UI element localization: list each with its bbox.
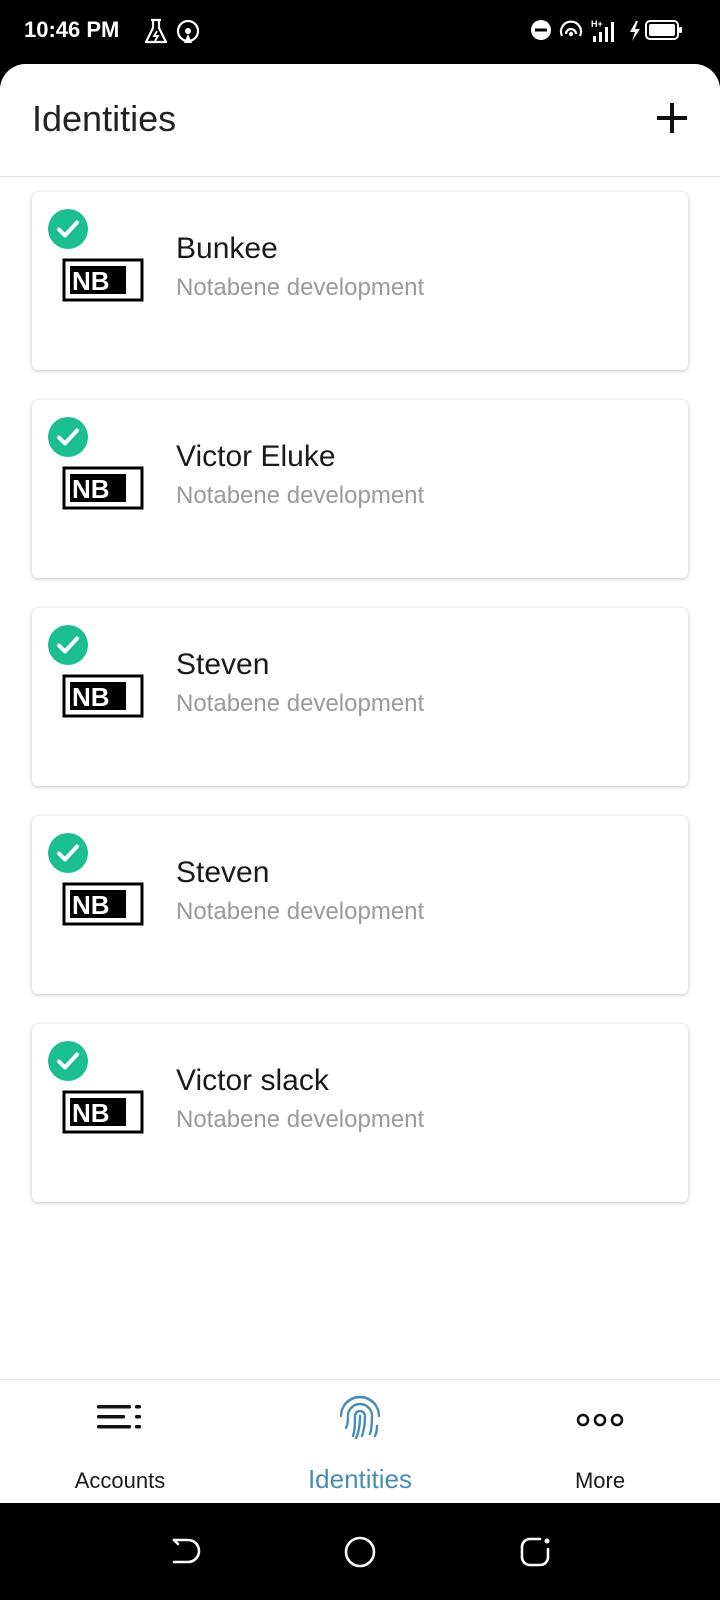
verified-check-icon [48,417,88,457]
logo-text: NB [72,890,110,920]
nav-more[interactable]: More [480,1380,720,1504]
identity-card[interactable]: NB Victor slack Notabene development [32,1024,688,1202]
logo-text: NB [72,1098,110,1128]
identity-org: Notabene development [176,482,425,509]
svg-text:H+: H+ [591,19,603,29]
identity-org: Notabene development [176,1106,425,1133]
nav-label: Accounts [74,1468,166,1493]
do-not-disturb-icon [531,20,551,40]
nav-label: Identities [307,1464,413,1494]
app-screen: Identities NB Bunkee Notabene developmen… [0,64,720,1504]
recents-icon[interactable] [518,1535,552,1569]
more-dots-icon [576,1413,624,1427]
identity-name: Steven [176,856,270,889]
identity-card[interactable]: NB Steven Notabene development [32,816,688,994]
home-icon[interactable] [343,1535,377,1569]
identity-org: Notabene development [176,274,425,301]
identity-card[interactable]: NB Steven Notabene development [32,608,688,786]
hotspot-icon [176,19,200,43]
page-title: Identities [32,98,177,139]
verified-check-icon [48,209,88,249]
verified-check-icon [48,1041,88,1081]
nav-accounts[interactable]: Accounts [0,1380,240,1504]
header: Identities [0,64,720,177]
verified-check-icon [48,625,88,665]
notabene-logo: NB [62,674,144,718]
status-bar: 10:46 PM H+ [0,0,720,64]
status-time: 10:46 PM [24,17,120,42]
identity-card[interactable]: NB Victor Eluke Notabene development [32,400,688,578]
lab-flask-icon [144,18,168,44]
hotspot-icon [559,20,583,37]
logo-text: NB [72,682,110,712]
logo-text: NB [72,474,110,504]
verified-check-icon [48,833,88,873]
fingerprint-icon [339,1395,381,1440]
bottom-nav: Accounts Identities More [0,1379,720,1504]
notabene-logo: NB [62,258,144,302]
nav-label: More [574,1468,626,1493]
notabene-logo: NB [62,1090,144,1134]
back-icon[interactable] [168,1535,202,1569]
notabene-logo: NB [62,466,144,510]
signal-icon: H+ [591,19,614,42]
identity-name: Victor slack [176,1064,329,1097]
identity-org: Notabene development [176,690,425,717]
identity-name: Steven [176,648,270,681]
identity-name: Victor Eluke [176,440,336,473]
system-nav-bar [0,1503,720,1600]
identity-name: Bunkee [176,232,278,265]
menu-lines-icon [97,1405,141,1429]
plus-icon[interactable] [648,94,696,142]
notabene-logo: NB [62,882,144,926]
nav-identities[interactable]: Identities [240,1380,480,1504]
identity-org: Notabene development [176,898,425,925]
logo-text: NB [72,266,110,296]
battery-charging-icon [630,20,682,41]
identity-card[interactable]: NB Bunkee Notabene development [32,192,688,370]
